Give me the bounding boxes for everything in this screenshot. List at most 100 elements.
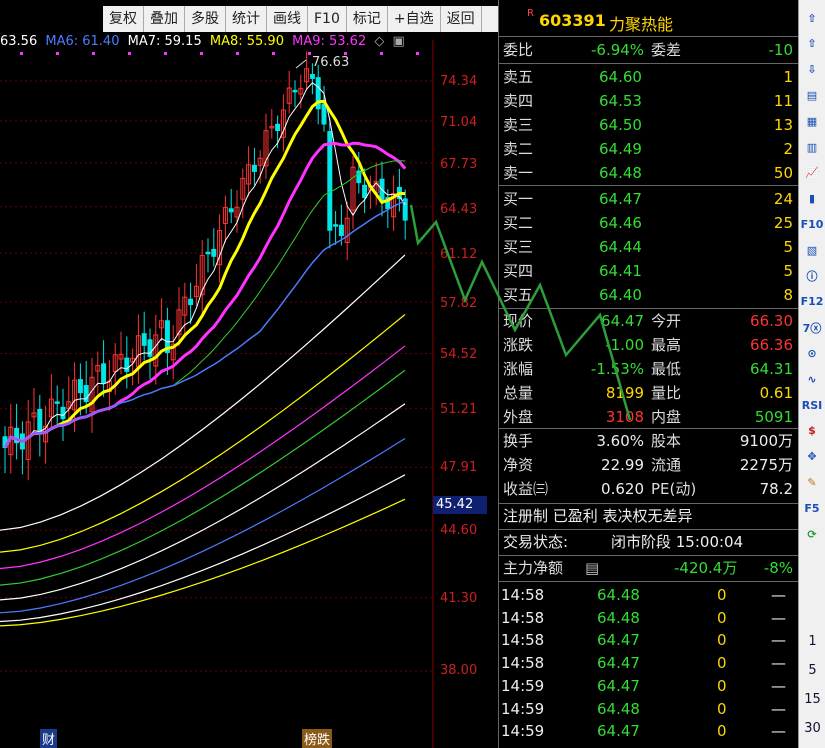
candle-down [292, 89, 298, 93]
window-icon[interactable]: ▣ [393, 34, 405, 49]
mainflow-row[interactable]: 主力净额 ▤ -420.4万 -8% [499, 556, 799, 580]
quote-row[interactable]: 总量 8199 量比 0.61 [499, 381, 799, 405]
toolbar-overlay[interactable]: 叠加 [144, 6, 185, 32]
buy-price: 64.44 [599, 238, 642, 256]
line-chart-icon[interactable]: 📈 [801, 163, 823, 183]
rank-marker[interactable]: 榜跌 [302, 729, 333, 748]
f12-icon[interactable]: F12 [801, 292, 824, 312]
kline-canvas[interactable] [0, 0, 498, 748]
sell-row[interactable]: 卖二 64.49 2 [499, 137, 799, 161]
news-icon[interactable]: ▧ [801, 240, 823, 260]
candle-down [338, 224, 344, 237]
buy-volume: 5 [783, 262, 793, 280]
dollar-icon[interactable]: $ [801, 421, 823, 441]
period-30[interactable]: 30 [799, 721, 825, 736]
fund-value: 78.2 [759, 480, 793, 498]
price-label: 47.91 [440, 460, 478, 475]
tick-row[interactable]: 14:59 64.47 0 — [499, 719, 799, 743]
arrow-down-icon[interactable]: ⇩ [801, 60, 823, 80]
list-icon[interactable]: ▤ [801, 85, 823, 105]
f10-icon[interactable]: F10 [801, 214, 824, 234]
refresh-icon[interactable]: ⟳ [801, 524, 823, 544]
toolbar-fuquan[interactable]: 复权 [103, 6, 144, 32]
tick-volume: 0 [717, 676, 727, 695]
tick-row[interactable]: 14:58 64.47 0 — [499, 628, 799, 652]
buy-price: 64.46 [599, 214, 642, 232]
tick-row[interactable]: 14:58 64.48 0 — [499, 583, 799, 607]
sell-volume: 2 [783, 140, 793, 158]
sell-row[interactable]: 卖四 64.53 11 [499, 89, 799, 113]
toolbar-multi[interactable]: 多股 [185, 6, 226, 32]
fund-row[interactable]: 收益㈢ 0.620 PE(动) 78.2 [499, 477, 799, 501]
fund-value: 22.99 [601, 456, 644, 474]
diamond-icon[interactable]: ◇ [374, 34, 384, 49]
ma6-value: MA6: 61.40 [45, 34, 120, 49]
buy-row[interactable]: 买二 64.46 25 [499, 211, 799, 235]
wave-icon[interactable]: ∿ [801, 369, 823, 389]
quote-label: 内盘 [651, 408, 682, 426]
arrow-up-hollow-icon[interactable]: ⇧ [801, 8, 823, 28]
sell-price: 64.53 [599, 92, 642, 110]
fund-value: 2275万 [739, 456, 793, 474]
rsi-icon[interactable]: RSI [801, 395, 823, 415]
fund-row[interactable]: 净资 22.99 流通 2275万 [499, 453, 799, 477]
tick-time: 14:59 [501, 676, 545, 695]
arrow-up-icon[interactable]: ⇧ [801, 34, 823, 54]
tick-volume: 0 [717, 631, 727, 650]
buy-row[interactable]: 买三 64.44 5 [499, 235, 799, 259]
grid-icon[interactable]: ▦ [801, 111, 823, 131]
signal-dot [128, 52, 131, 55]
price-label: 67.73 [440, 157, 478, 172]
move-icon[interactable]: ✥ [801, 447, 823, 467]
weicha-value: -10 [768, 41, 794, 59]
buy-price: 64.47 [599, 190, 642, 208]
buy-row[interactable]: 买四 64.41 5 [499, 259, 799, 283]
buy-row[interactable]: 买五 64.40 8 [499, 283, 799, 307]
list-icon[interactable]: ▤ [585, 556, 599, 580]
f5-icon[interactable]: F5 [801, 498, 823, 518]
candle-down [228, 208, 234, 213]
settings-icon[interactable]: ⊙ [801, 343, 823, 363]
sell-row[interactable]: 卖三 64.50 13 [499, 113, 799, 137]
fund-value: 0.620 [601, 480, 644, 498]
sell-row[interactable]: 卖五 64.60 1 [499, 65, 799, 89]
candle-down [327, 131, 333, 231]
finance-marker[interactable]: 财 [40, 729, 58, 748]
period-5[interactable]: 5 [799, 663, 825, 678]
long-ma-line [0, 314, 406, 553]
chat-icon[interactable]: 7ⓧ [801, 318, 823, 338]
toolbar-draw[interactable]: 画线 [267, 6, 308, 32]
kline-chart[interactable]: 复权 叠加 多股 统计 画线 F10 标记 +自选 返回 63.56 MA6: … [0, 0, 498, 748]
right-toolbar: ⇧ ⇧ ⇩ ▤ ▦ ▥ 📈 ▮ F10 ▧ ⓘ F12 7ⓧ ⊙ ∿ RSI $ ✥ ✎ F5 ⟳ 1 5 15 30 [798, 0, 825, 748]
info-icon[interactable]: ⓘ [801, 266, 823, 286]
buy-row[interactable]: 买一 64.47 24 [499, 187, 799, 211]
quote-row[interactable]: 外盘 3108 内盘 5091 [499, 405, 799, 429]
table-icon[interactable]: ▥ [801, 137, 823, 157]
status-value: 闭市阶段 15:00:04 [611, 533, 744, 551]
tick-row[interactable]: 14:59 64.48 0 — [499, 697, 799, 721]
fund-row[interactable]: 换手 3.60% 股本 9100万 [499, 429, 799, 453]
signal-dot [236, 52, 239, 55]
tick-row[interactable]: 14:58 64.48 0 — [499, 606, 799, 630]
weibi-row: 委比 -6.94% 委差 -10 [499, 38, 799, 62]
period-15[interactable]: 15 [799, 692, 825, 707]
tick-row[interactable]: 14:59 64.47 0 — [499, 674, 799, 698]
toolbar-back[interactable]: 返回 [441, 6, 482, 32]
signal-dot [308, 52, 311, 55]
quote-row[interactable]: 涨跌 -1.00 最高 66.36 [499, 333, 799, 357]
quote-row[interactable]: 涨幅 -1.53% 最低 64.31 [499, 357, 799, 381]
period-1[interactable]: 1 [799, 634, 825, 649]
toolbar-stats[interactable]: 统计 [226, 6, 267, 32]
tick-row[interactable]: 14:58 64.47 0 — [499, 651, 799, 675]
kline-icon[interactable]: ▮ [801, 189, 823, 209]
status-label: 交易状态: [503, 533, 569, 551]
pencil-icon[interactable]: ✎ [801, 472, 823, 492]
toolbar-add-watchlist[interactable]: +自选 [388, 6, 441, 32]
toolbar-f10[interactable]: F10 [308, 6, 347, 32]
quote-row[interactable]: 现价 64.47 今开 66.30 [499, 309, 799, 333]
toolbar-mark[interactable]: 标记 [347, 6, 388, 32]
signal-dot [56, 52, 59, 55]
sell-row[interactable]: 卖一 64.48 50 [499, 161, 799, 185]
candle-down [321, 103, 327, 125]
tick-flag: — [771, 654, 786, 673]
